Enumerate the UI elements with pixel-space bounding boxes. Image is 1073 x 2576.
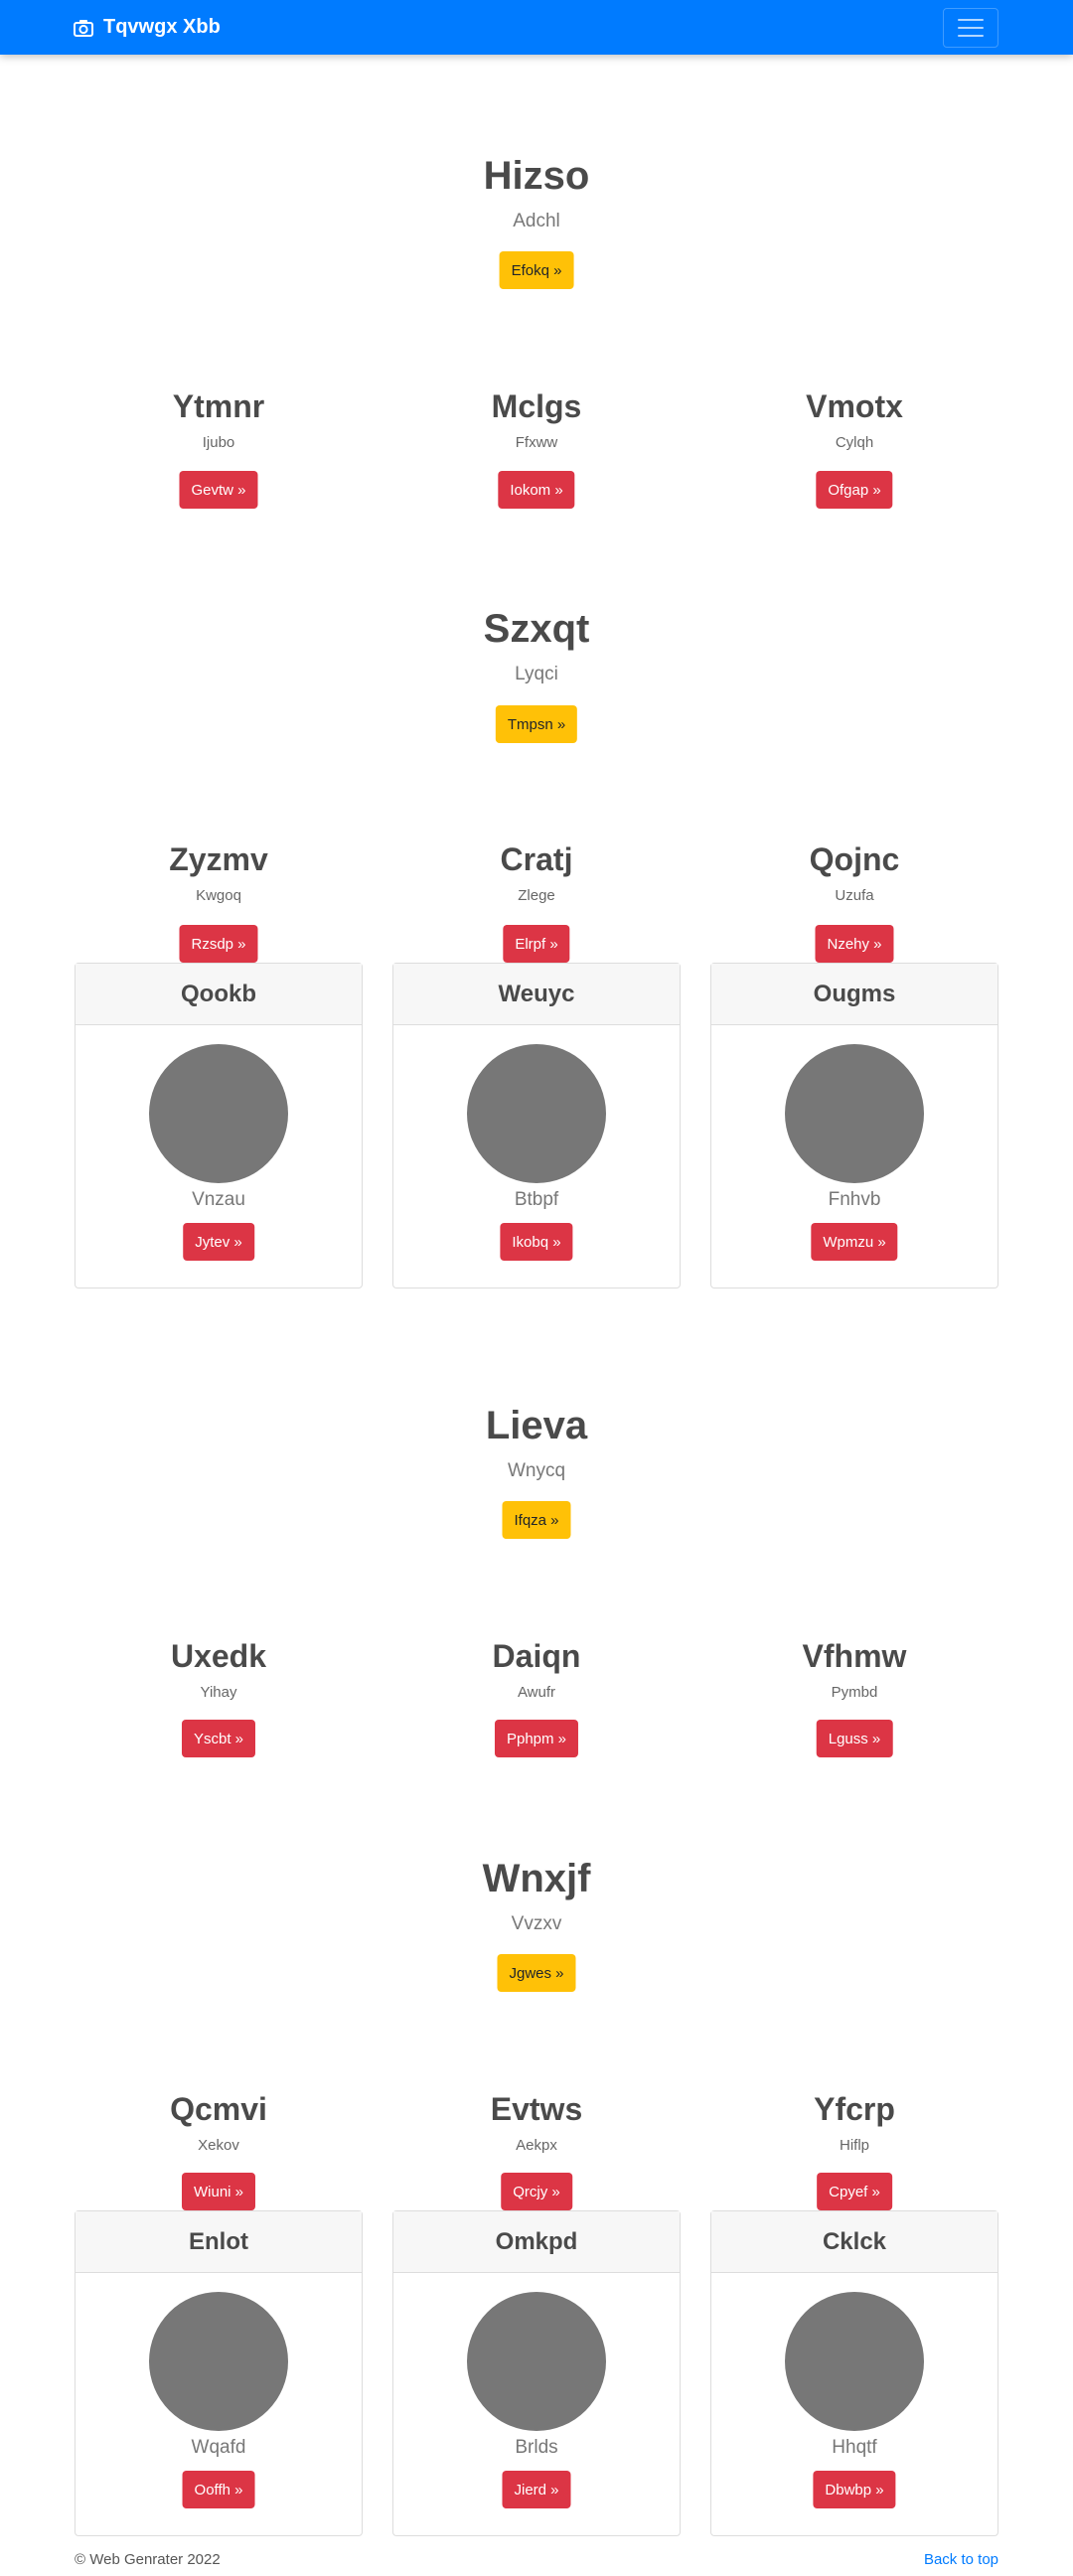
navbar-brand[interactable]: Tqvwgx Xbb xyxy=(74,0,221,55)
profile-card: Ougms Fnhvb Wpmzu » xyxy=(710,963,998,1288)
column-subtitle: Pymbd xyxy=(831,1684,878,1701)
column-subtitle: Hiflp xyxy=(839,2137,869,2154)
avatar xyxy=(149,2292,288,2431)
hero-title: Wnxjf xyxy=(482,1857,591,1900)
navbar: Tqvwgx Xbb xyxy=(0,0,1073,55)
column-title: Vmotx xyxy=(806,388,903,424)
card-button[interactable]: Ikobq » xyxy=(500,1223,573,1261)
column-title: Evtws xyxy=(490,2091,583,2127)
column-title: Uxedk xyxy=(170,1638,267,1674)
column-subtitle: Zlege xyxy=(518,887,555,904)
card-subtitle: Vnzau xyxy=(192,1189,245,1210)
column-title: Ytmnr xyxy=(172,388,265,424)
avatar xyxy=(149,1044,288,1183)
card-subtitle: Hhqtf xyxy=(832,2437,877,2458)
column-subtitle: Aekpx xyxy=(516,2137,557,2154)
card-subtitle: Wqafd xyxy=(191,2437,246,2458)
column-subtitle: Ffxww xyxy=(515,434,558,451)
card-button[interactable]: Wpmzu » xyxy=(811,1223,898,1261)
column-button[interactable]: Pphpm » xyxy=(494,1720,579,1757)
hero-button[interactable]: Ifqza » xyxy=(502,1501,571,1539)
column-subtitle: Xekov xyxy=(198,2137,239,2154)
footer-copyright: © Web Genrater 2022 xyxy=(75,2551,221,2568)
column-subtitle: Cylqh xyxy=(835,434,874,451)
column-title: Qojnc xyxy=(809,841,900,877)
profile-card: Enlot Wqafd Ooffh » xyxy=(75,2210,363,2536)
card-header: Cklck xyxy=(711,2211,997,2273)
camera-icon xyxy=(74,19,93,37)
hero-title: Szxqt xyxy=(483,607,590,651)
hero-title: Hizso xyxy=(483,154,590,198)
card-button[interactable]: Ooffh » xyxy=(182,2471,255,2508)
avatar xyxy=(467,2292,606,2431)
card-header: Enlot xyxy=(76,2211,362,2273)
card-header: Omkpd xyxy=(393,2211,680,2273)
hero-subtitle: Vvzxv xyxy=(511,1913,562,1934)
column-button[interactable]: Rzsdp » xyxy=(179,925,258,963)
brand-label: Tqvwgx Xbb xyxy=(103,16,221,38)
menu-icon xyxy=(958,19,984,21)
back-to-top-link[interactable]: Back to top xyxy=(924,2551,998,2568)
avatar xyxy=(785,2292,924,2431)
avatar xyxy=(467,1044,606,1183)
column-button[interactable]: Yscbt » xyxy=(181,1720,256,1757)
hero-title: Lieva xyxy=(485,1404,588,1447)
column-button[interactable]: Gevtw » xyxy=(179,471,258,509)
card-button[interactable]: Dbwbp » xyxy=(813,2471,896,2508)
column-button[interactable]: Lguss » xyxy=(816,1720,893,1757)
card-header: Qookb xyxy=(76,964,362,1025)
column-title: Vfhmw xyxy=(802,1638,907,1674)
card-header: Ougms xyxy=(711,964,997,1025)
column-title: Cratj xyxy=(500,841,573,877)
profile-card: Omkpd Brlds Jierd » xyxy=(392,2210,681,2536)
hero-subtitle: Wnycq xyxy=(507,1460,566,1481)
column-subtitle: Kwgoq xyxy=(196,887,241,904)
column-subtitle: Yihay xyxy=(200,1684,237,1701)
card-subtitle: Fnhvb xyxy=(828,1189,881,1210)
column-title: Qcmvi xyxy=(170,2091,267,2127)
hero-button[interactable]: Jgwes » xyxy=(497,1954,576,1992)
card-subtitle: Brlds xyxy=(515,2437,558,2458)
hero-subtitle: Adchl xyxy=(513,211,560,231)
profile-card: Cklck Hhqtf Dbwbp » xyxy=(710,2210,998,2536)
avatar xyxy=(785,1044,924,1183)
card-subtitle: Btbpf xyxy=(514,1189,559,1210)
column-subtitle: Awufr xyxy=(517,1684,556,1701)
hero-button[interactable]: Tmpsn » xyxy=(495,705,578,743)
hero-subtitle: Lyqci xyxy=(515,664,558,684)
card-button[interactable]: Jierd » xyxy=(502,2471,571,2508)
card-button[interactable]: Jytev » xyxy=(183,1223,254,1261)
column-button[interactable]: Wiuni » xyxy=(181,2173,256,2210)
hero-button[interactable]: Efokq » xyxy=(499,251,574,289)
profile-card: Qookb Vnzau Jytev » xyxy=(75,963,363,1288)
column-button[interactable]: Elrpf » xyxy=(503,925,570,963)
card-header: Weuyc xyxy=(393,964,680,1025)
column-title: Zyzmv xyxy=(169,841,268,877)
column-title: Mclgs xyxy=(491,388,582,424)
column-button[interactable]: Nzehy » xyxy=(815,925,894,963)
column-subtitle: Uzufa xyxy=(835,887,874,904)
column-title: Daiqn xyxy=(492,1638,581,1674)
menu-toggle-button[interactable] xyxy=(943,8,998,48)
column-subtitle: Ijubo xyxy=(202,434,235,451)
column-button[interactable]: Qrcjy » xyxy=(501,2173,572,2210)
profile-card: Weuyc Btbpf Ikobq » xyxy=(392,963,681,1288)
column-button[interactable]: Ofgap » xyxy=(816,471,893,509)
column-button[interactable]: Cpyef » xyxy=(817,2173,892,2210)
column-button[interactable]: Iokom » xyxy=(498,471,575,509)
column-title: Yfcrp xyxy=(814,2091,895,2127)
